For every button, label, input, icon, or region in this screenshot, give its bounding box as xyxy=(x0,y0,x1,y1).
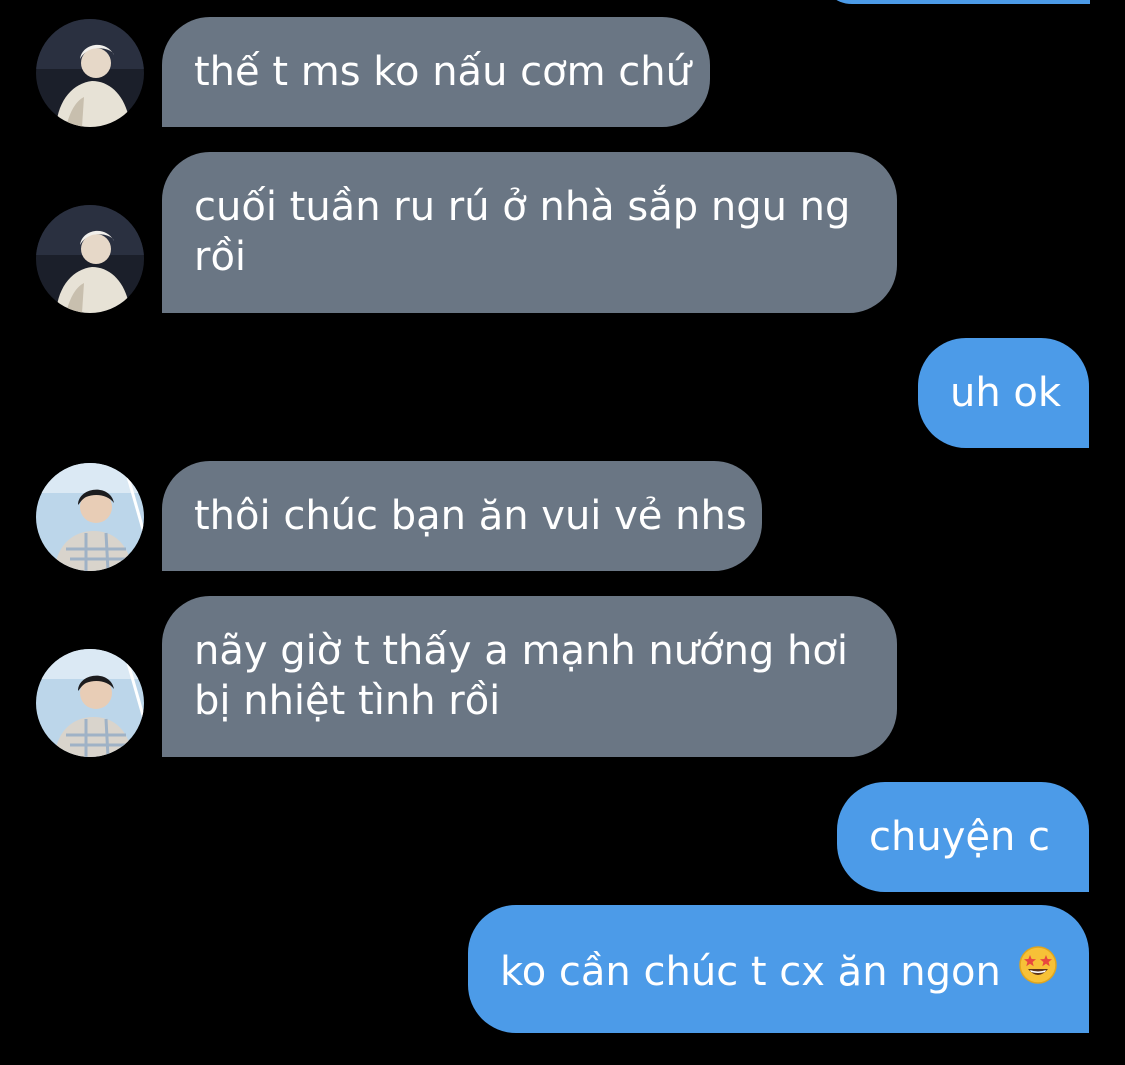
message-text-line-1: cuối tuần ru rú ở nhà sắp ngu ng xyxy=(194,184,851,230)
message-bubble-outgoing[interactable]: ko cần chúc t cx ăn ngon xyxy=(468,905,1089,1033)
star-struck-emoji xyxy=(1018,945,1058,997)
message-text-line-1: nãy giờ t thấy a mạnh nướng hơi xyxy=(194,628,848,674)
message-bubble-outgoing[interactable]: uh ok xyxy=(918,338,1089,448)
avatar-white-hair[interactable] xyxy=(36,19,144,127)
avatar-white-hair[interactable] xyxy=(36,205,144,313)
message-text: uh ok xyxy=(950,370,1062,416)
avatar-dark-hair-image xyxy=(36,463,144,571)
message-text-line-2: bị nhiệt tình rồi xyxy=(194,678,501,724)
message-text-line-2: rồi xyxy=(194,234,247,280)
message-bubble-incoming[interactable]: thế t ms ko nấu cơm chứ xyxy=(162,17,710,127)
avatar-dark-hair[interactable] xyxy=(36,649,144,757)
message-line-wrapper: ko cần chúc t cx ăn ngon xyxy=(500,945,1058,1000)
message-bubble-incoming[interactable]: thôi chúc bạn ăn vui vẻ nhs xyxy=(162,461,762,571)
message-text: chuyện c xyxy=(869,814,1051,860)
message-bubble-outgoing[interactable]: chuyện c xyxy=(837,782,1089,892)
message-bubble-partial[interactable] xyxy=(820,0,1090,4)
avatar-dark-hair-image xyxy=(36,649,144,757)
avatar-white-hair-image xyxy=(36,205,144,313)
message-bubble-incoming[interactable]: nãy giờ t thấy a mạnh nướng hơi bị nhiệt… xyxy=(162,596,897,757)
avatar-white-hair-image xyxy=(36,19,144,127)
message-text: thế t ms ko nấu cơm chứ xyxy=(194,49,691,95)
message-bubble-incoming[interactable]: cuối tuần ru rú ở nhà sắp ngu ng rồi xyxy=(162,152,897,313)
message-text: thôi chúc bạn ăn vui vẻ nhs xyxy=(194,493,747,539)
message-text: ko cần chúc t cx ăn ngon xyxy=(500,949,1001,995)
avatar-dark-hair[interactable] xyxy=(36,463,144,571)
